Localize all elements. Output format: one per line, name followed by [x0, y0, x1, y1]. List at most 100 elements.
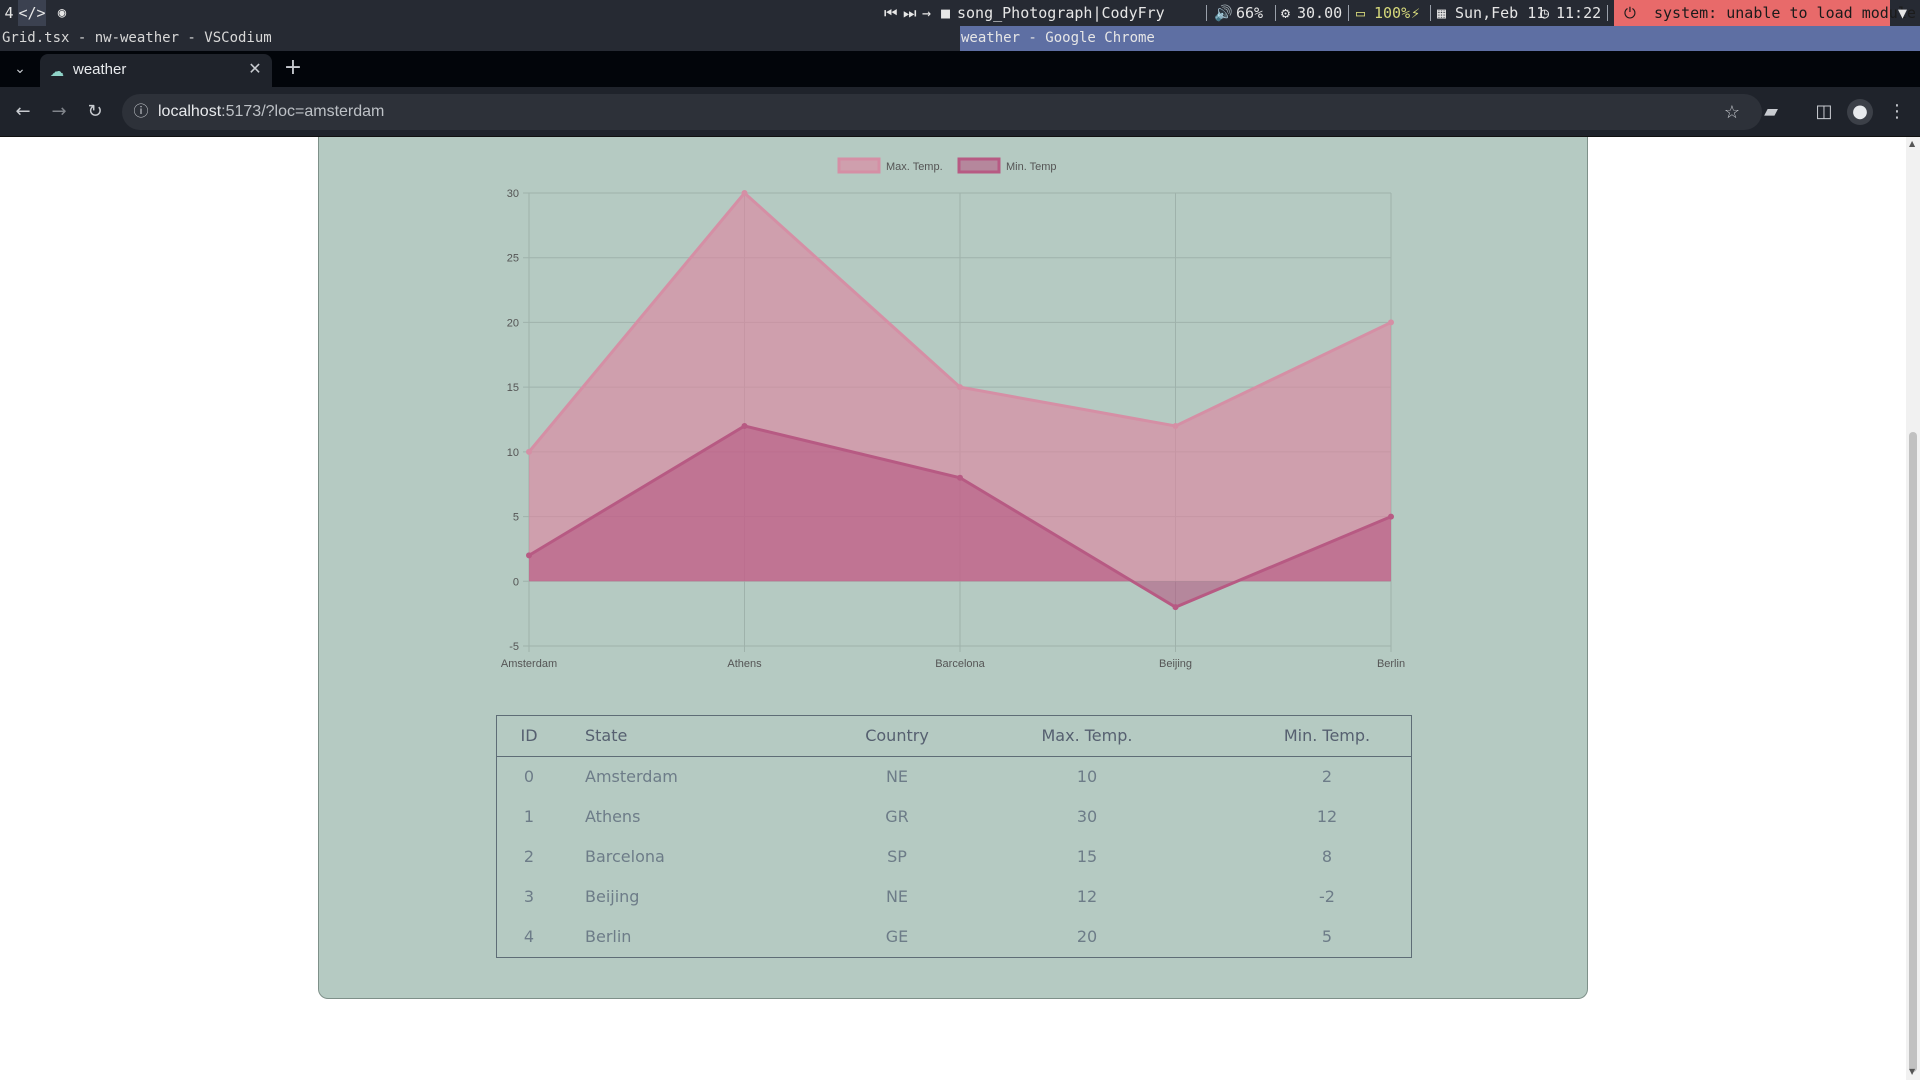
cell-id: 2	[523, 847, 535, 866]
cell-state: Beijing	[585, 887, 640, 906]
header-state: State	[585, 726, 628, 745]
table-row: 4 Berlin GE 20 5	[497, 917, 1411, 957]
cell-max-temp: 12	[1076, 887, 1098, 906]
y-tick-label: -5	[509, 641, 519, 653]
scroll-up-icon[interactable]: ▲	[1909, 139, 1915, 148]
data-point	[1388, 319, 1394, 326]
volume-icon[interactable]: 🔊	[1214, 0, 1233, 26]
x-tick-label: Berlin	[1377, 658, 1405, 670]
wifi-icon[interactable]: ▼	[1898, 0, 1907, 26]
x-tick-label: Beijing	[1159, 658, 1192, 670]
cell-state: Berlin	[585, 927, 632, 946]
cell-id: 1	[523, 807, 535, 826]
cell-country: NE	[885, 887, 909, 906]
charging-icon: ⚡	[1411, 4, 1421, 22]
extensions-icon[interactable]: ▰	[1760, 102, 1782, 122]
y-tick-label: 25	[507, 253, 519, 265]
media-track-title: song_Photograph|CodyFry	[957, 4, 1165, 22]
cell-state: Athens	[585, 807, 641, 826]
cell-country: GR	[885, 807, 909, 826]
side-panel-icon[interactable]: ◫	[1812, 102, 1836, 122]
y-tick-label: 10	[507, 447, 519, 459]
tab-search-icon[interactable]: ⌄	[10, 59, 30, 79]
forward-icon[interactable]: →	[48, 102, 70, 122]
cpu-value: 30.00	[1297, 4, 1343, 22]
profile-icon: ●	[1852, 101, 1868, 122]
battery-level: 100%	[1374, 4, 1411, 22]
y-tick-label: 15	[507, 382, 519, 394]
gear-icon: ⚙	[1281, 4, 1291, 22]
cell-state: Barcelona	[585, 847, 665, 866]
page-viewport: 30 25 20 15 10 5 0 -5 Amsterdam Athens Barcelona Be…	[0, 137, 1920, 1080]
header-id: ID	[520, 726, 538, 745]
power-icon: ⏻	[1624, 4, 1636, 22]
profile-avatar[interactable]: ●	[1847, 99, 1873, 125]
data-point	[526, 552, 532, 559]
cell-id: 4	[523, 927, 535, 946]
browser-window-title[interactable]: weather - Google Chrome	[960, 26, 1920, 51]
cell-id: 0	[523, 767, 535, 786]
window-title-bar: Grid.tsx - nw-weather - VSCodium weather…	[0, 26, 1920, 51]
data-point	[1172, 422, 1179, 429]
y-tick-label: 5	[513, 512, 519, 524]
y-tick-label: 30	[507, 188, 519, 200]
url-text[interactable]: localhost:5173/?loc=amsterdam	[158, 103, 384, 121]
previous-track-icon[interactable]: ⏮	[884, 0, 898, 26]
cell-state: Amsterdam	[585, 767, 678, 786]
back-icon[interactable]: ←	[12, 102, 34, 122]
bookmark-star-icon[interactable]: ☆	[1721, 102, 1743, 122]
cell-min-temp: 2	[1321, 767, 1333, 786]
tab-weather[interactable]: ☁ weather ✕	[40, 54, 272, 87]
data-point	[526, 448, 532, 455]
cell-min-temp: 5	[1321, 927, 1333, 946]
legend-label: Max. Temp.	[886, 161, 943, 173]
table-row: 1 Athens GR 30 12	[497, 797, 1411, 837]
next-track-icon[interactable]: ⏭	[903, 0, 917, 26]
site-info-icon[interactable]: ⓘ	[131, 102, 151, 122]
stop-icon[interactable]: ■	[941, 0, 950, 26]
legend-swatch	[957, 157, 1001, 174]
data-point	[1172, 604, 1179, 611]
editor-window-title[interactable]: Grid.tsx - nw-weather - VSCodium	[2, 26, 272, 51]
scroll-down-icon[interactable]: ▼	[1909, 1067, 1915, 1076]
x-tick-label: Barcelona	[935, 658, 985, 670]
legend-label: Min. Temp	[1006, 161, 1057, 173]
cell-min-temp: -2	[1319, 887, 1335, 906]
data-point	[957, 474, 963, 481]
globe-icon[interactable]: ◉	[50, 0, 74, 26]
new-tab-icon[interactable]: +	[282, 57, 304, 79]
time-text: 11:22	[1556, 4, 1602, 22]
table-row: 2 Barcelona SP 15 8	[497, 837, 1411, 877]
menu-kebab-icon[interactable]: ⋮	[1886, 102, 1908, 122]
data-point	[741, 190, 748, 196]
cell-max-temp: 20	[1076, 927, 1098, 946]
weather-favicon-icon: ☁	[50, 63, 64, 79]
header-max-temp: Max. Temp.	[1041, 726, 1133, 745]
system-alert[interactable]: ⏻ system: unable to load module	[1614, 0, 1916, 26]
page-scrollbar[interactable]: ▲ ▼	[1906, 137, 1920, 1080]
cell-min-temp: 8	[1321, 847, 1333, 866]
browser-toolbar: ← → ↻ ⓘ localhost:5173/?loc=amsterdam ☆ …	[0, 87, 1920, 137]
close-tab-icon[interactable]: ✕	[246, 60, 264, 80]
cell-max-temp: 10	[1076, 767, 1098, 786]
workspace-indicator[interactable]: 4	[0, 0, 18, 26]
x-tick-label: Amsterdam	[501, 658, 557, 670]
y-tick-label: 20	[507, 317, 519, 329]
code-icon[interactable]: </>	[18, 0, 46, 26]
table-row: 0 Amsterdam NE 10 2	[497, 757, 1411, 797]
date-text: Sun,Feb 11	[1455, 4, 1546, 22]
tab-title: weather	[73, 61, 127, 78]
cell-id: 3	[523, 887, 535, 906]
address-bar[interactable]: ⓘ localhost:5173/?loc=amsterdam ☆	[122, 94, 1762, 130]
browser-tab-strip: ⌄ ☁ weather ✕ +	[0, 51, 1920, 87]
url-path: :5173/?loc=amsterdam	[221, 103, 385, 120]
cell-min-temp: 12	[1316, 807, 1338, 826]
data-point	[1388, 513, 1394, 520]
scrollbar-thumb[interactable]	[1909, 432, 1917, 1072]
y-tick-label: 0	[513, 576, 519, 588]
reload-icon[interactable]: ↻	[84, 102, 106, 122]
alert-text: system: unable to load module	[1654, 4, 1916, 22]
cell-max-temp: 15	[1076, 847, 1098, 866]
calendar-icon: ▦	[1437, 4, 1447, 22]
weather-table: ID State Country Max. Temp. Min. Temp. 0…	[496, 715, 1412, 958]
